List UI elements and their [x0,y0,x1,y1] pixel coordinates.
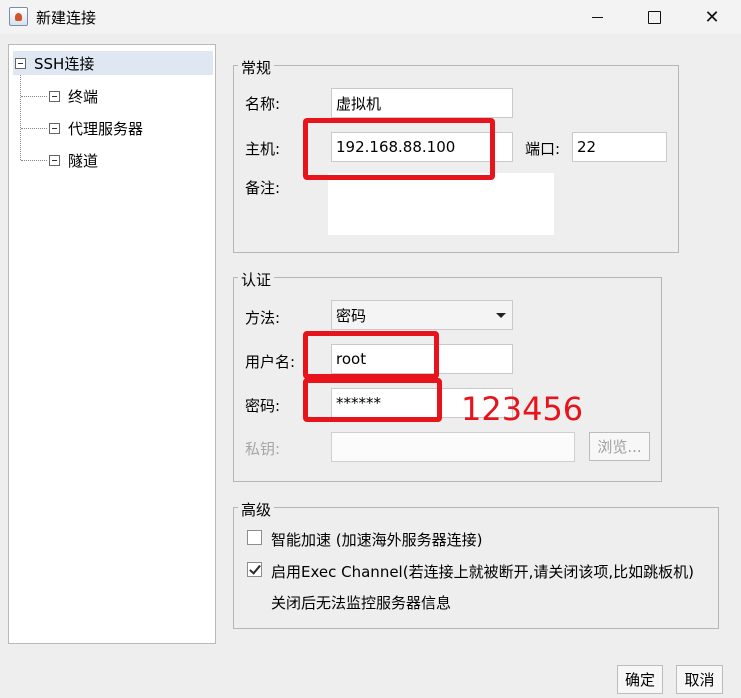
title-bar: 新建连接 ✕ [0,0,741,34]
method-select[interactable]: 密码 [331,300,513,330]
checkmark-icon [249,562,261,575]
name-input[interactable]: 虚拟机 [331,88,513,118]
exec-channel-checkbox[interactable] [247,562,262,577]
collapse-icon[interactable] [49,122,60,134]
auth-legend: 认证 [238,269,275,290]
maximize-icon[interactable] [625,0,683,34]
tree-item-tunnel[interactable]: 隧道 [47,148,102,172]
collapse-icon[interactable] [49,154,60,166]
dropdown-arrow-icon [496,313,506,318]
port-label: 端口: [525,140,561,158]
password-highlight-box [303,378,442,422]
tree-item-label: SSH连接 [34,54,95,73]
window-title: 新建连接 [36,9,97,27]
tree-item-label: 终端 [68,87,99,106]
tree-guide-line [21,160,47,161]
password-label: 密码: [245,397,281,415]
tree-guide-line [21,96,47,97]
smart-accel-checkbox[interactable] [247,530,262,545]
collapse-icon[interactable] [49,90,60,102]
collapse-icon[interactable] [15,57,26,69]
tree-item-label: 隧道 [68,151,99,170]
username-highlight-box [303,331,439,379]
note-textarea[interactable] [328,173,554,235]
exec-channel-note: 关闭后无法监控服务器信息 [271,594,452,612]
advanced-legend: 高级 [238,499,275,520]
smart-accel-label: 智能加速 (加速海外服务器连接) [271,531,483,549]
tree-item-terminal[interactable]: 终端 [47,84,102,108]
private-key-input[interactable] [331,432,575,462]
close-icon[interactable]: ✕ [683,0,741,34]
port-input[interactable]: 22 [572,132,667,162]
host-highlight-box [303,118,495,180]
tree-item-proxy[interactable]: 代理服务器 [47,116,147,140]
java-app-icon [9,7,28,26]
username-label: 用户名: [245,353,296,371]
tree-guide-line [20,75,21,160]
connection-tree: SSH连接 终端 代理服务器 隧道 [8,44,216,644]
minimize-icon[interactable] [568,0,626,34]
tree-guide-line [21,128,47,129]
name-label: 名称: [245,95,281,113]
tree-item-label: 代理服务器 [68,119,144,138]
host-label: 主机: [245,140,281,158]
general-legend: 常规 [238,57,275,78]
cancel-button[interactable]: 取消 [676,665,723,694]
method-label: 方法: [245,309,281,327]
ok-button[interactable]: 确定 [617,665,663,694]
method-value: 密码 [336,306,367,325]
note-label: 备注: [245,179,281,197]
exec-channel-label: 启用Exec Channel(若连接上就被断开,请关闭该项,比如跳板机) [271,563,694,581]
password-annotation: 123456 [461,390,584,428]
browse-button[interactable]: 浏览... [589,432,650,461]
tree-item-ssh[interactable]: SSH连接 [13,51,213,75]
private-key-label: 私钥: [245,440,281,458]
